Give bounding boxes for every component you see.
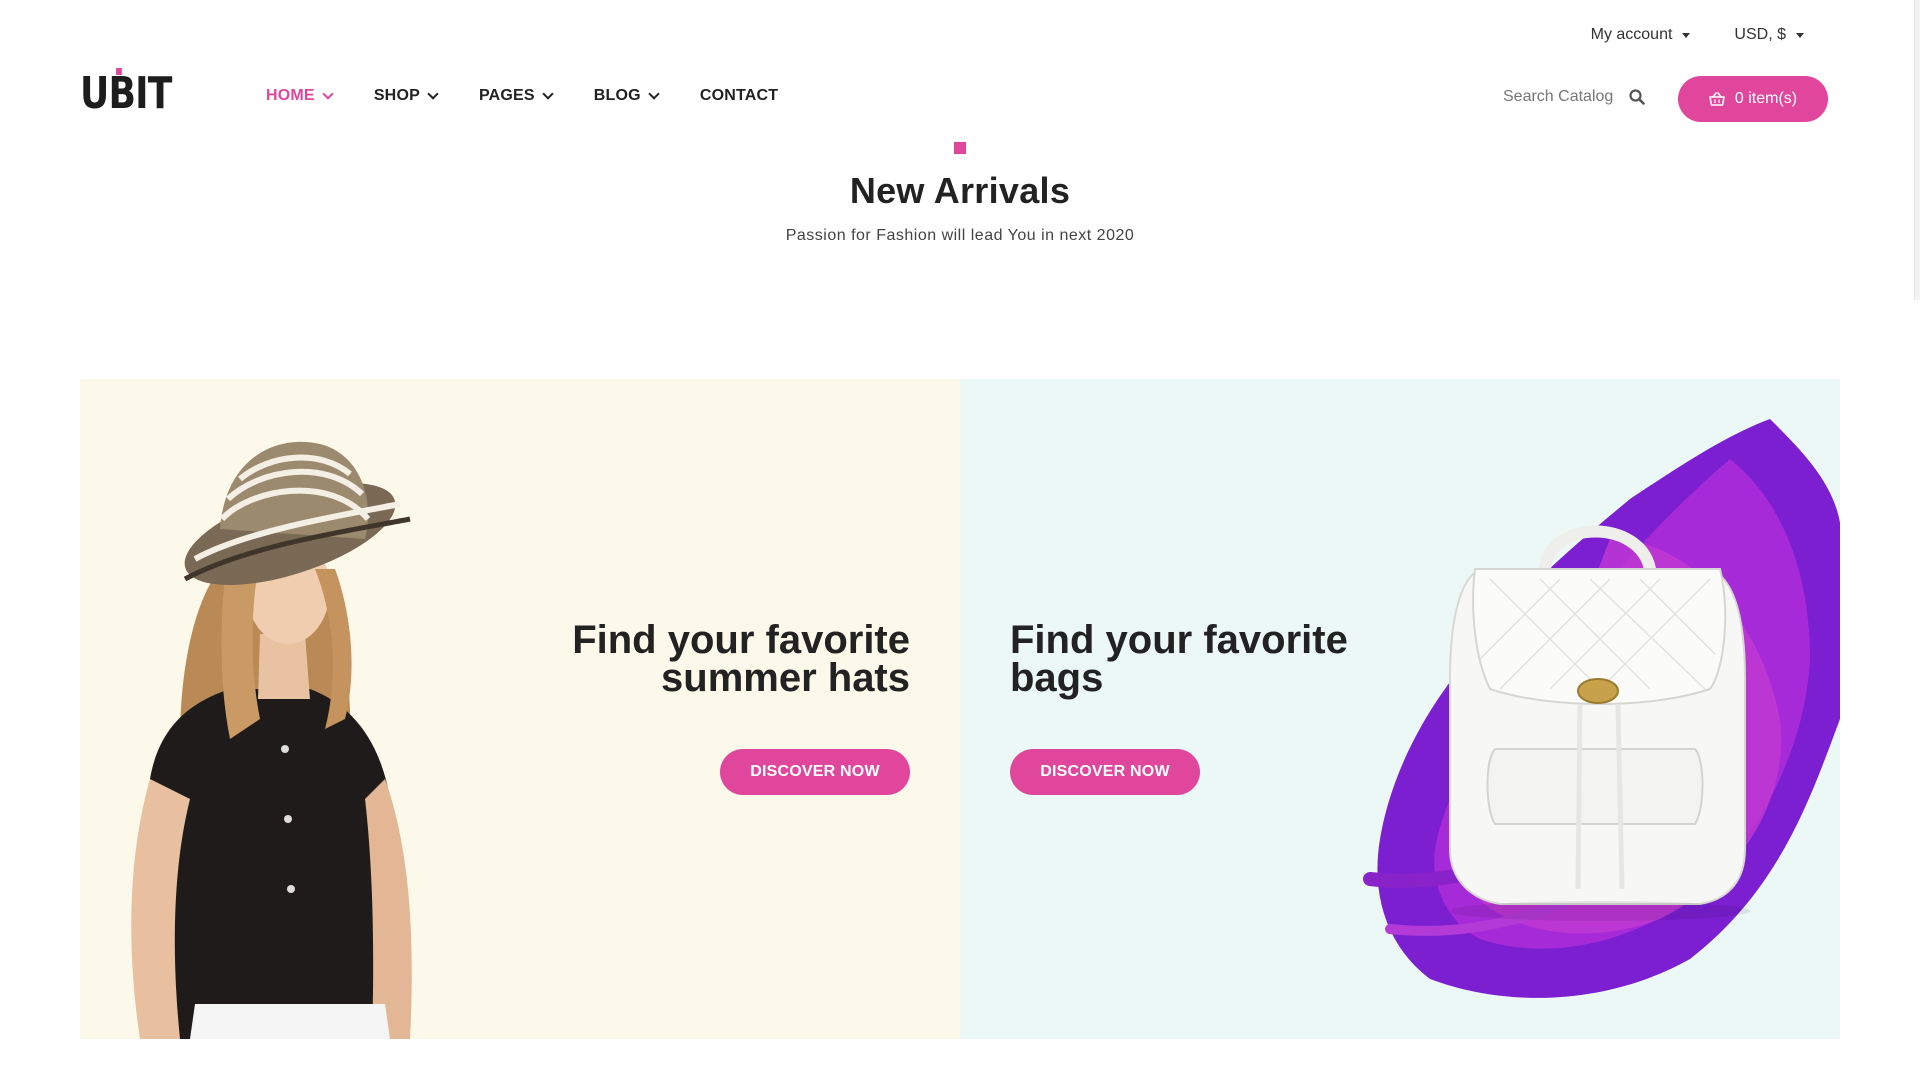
- page-scrollbar[interactable]: [1914, 0, 1920, 300]
- search-field[interactable]: Search Catalog: [1503, 88, 1646, 106]
- chevron-down-icon: [648, 88, 660, 100]
- section-title: New Arrivals: [849, 170, 1071, 211]
- currency-label: USD, $: [1734, 26, 1786, 43]
- search-placeholder: Search Catalog: [1503, 88, 1614, 105]
- section-accent-square: [954, 142, 966, 154]
- account-dropdown[interactable]: My account: [1591, 26, 1691, 44]
- chevron-down-icon: [427, 88, 439, 100]
- nav-label: PAGES: [478, 87, 535, 104]
- utility-bar: My account USD, $: [1591, 26, 1804, 44]
- discover-now-button[interactable]: DISCOVER NOW: [720, 749, 910, 795]
- caret-down-icon: [1682, 32, 1691, 38]
- nav-item-contact[interactable]: CONTACT: [700, 87, 778, 105]
- nav-label: BLOG: [593, 87, 641, 104]
- woman-in-hat-image: [131, 441, 412, 1039]
- nav-item-pages[interactable]: PAGES: [478, 87, 554, 105]
- nav-item-home[interactable]: HOME: [266, 87, 334, 105]
- account-label: My account: [1590, 26, 1673, 43]
- nav-label: SHOP: [373, 87, 420, 104]
- nav-label: HOME: [266, 87, 315, 104]
- banner-title: Find your favorite bags: [1010, 620, 1430, 700]
- white-backpack-image: [1363, 419, 1840, 998]
- banner-title: Find your favorite summer hats: [490, 620, 910, 700]
- main-nav: HOME SHOP PAGES BLOG CONTACT: [266, 87, 778, 105]
- banner-bags[interactable]: Find your favorite bags DISCOVER NOW: [960, 379, 1840, 1039]
- cart-button[interactable]: 0 item(s): [1678, 76, 1828, 122]
- cart-label: 0 item(s): [1734, 90, 1798, 107]
- section-subtitle: Passion for Fashion will lead You in nex…: [785, 227, 1135, 244]
- nav-item-shop[interactable]: SHOP: [373, 87, 439, 105]
- promo-banners: Find your favorite summer hats DISCOVER …: [80, 379, 1840, 1039]
- banner-title-line2: summer hats: [661, 656, 910, 700]
- nav-item-blog[interactable]: BLOG: [593, 87, 660, 105]
- currency-dropdown[interactable]: USD, $: [1734, 26, 1804, 44]
- site-header: UBIT HOME SHOP PAGES BLOG CONTACT Search…: [0, 62, 1920, 134]
- discover-now-button[interactable]: DISCOVER NOW: [1010, 749, 1200, 795]
- banner-title-line2: bags: [1010, 656, 1104, 700]
- search-icon[interactable]: [1629, 89, 1646, 105]
- logo[interactable]: UBIT: [80, 68, 172, 116]
- nav-label: CONTACT: [699, 87, 779, 104]
- basket-icon: [1709, 92, 1725, 106]
- logo-dot: [116, 68, 122, 75]
- banner-summer-hats[interactable]: Find your favorite summer hats DISCOVER …: [80, 379, 960, 1039]
- caret-down-icon: [1796, 32, 1804, 38]
- chevron-down-icon: [322, 88, 334, 100]
- logo-text: UBIT: [80, 68, 172, 119]
- chevron-down-icon: [542, 88, 554, 100]
